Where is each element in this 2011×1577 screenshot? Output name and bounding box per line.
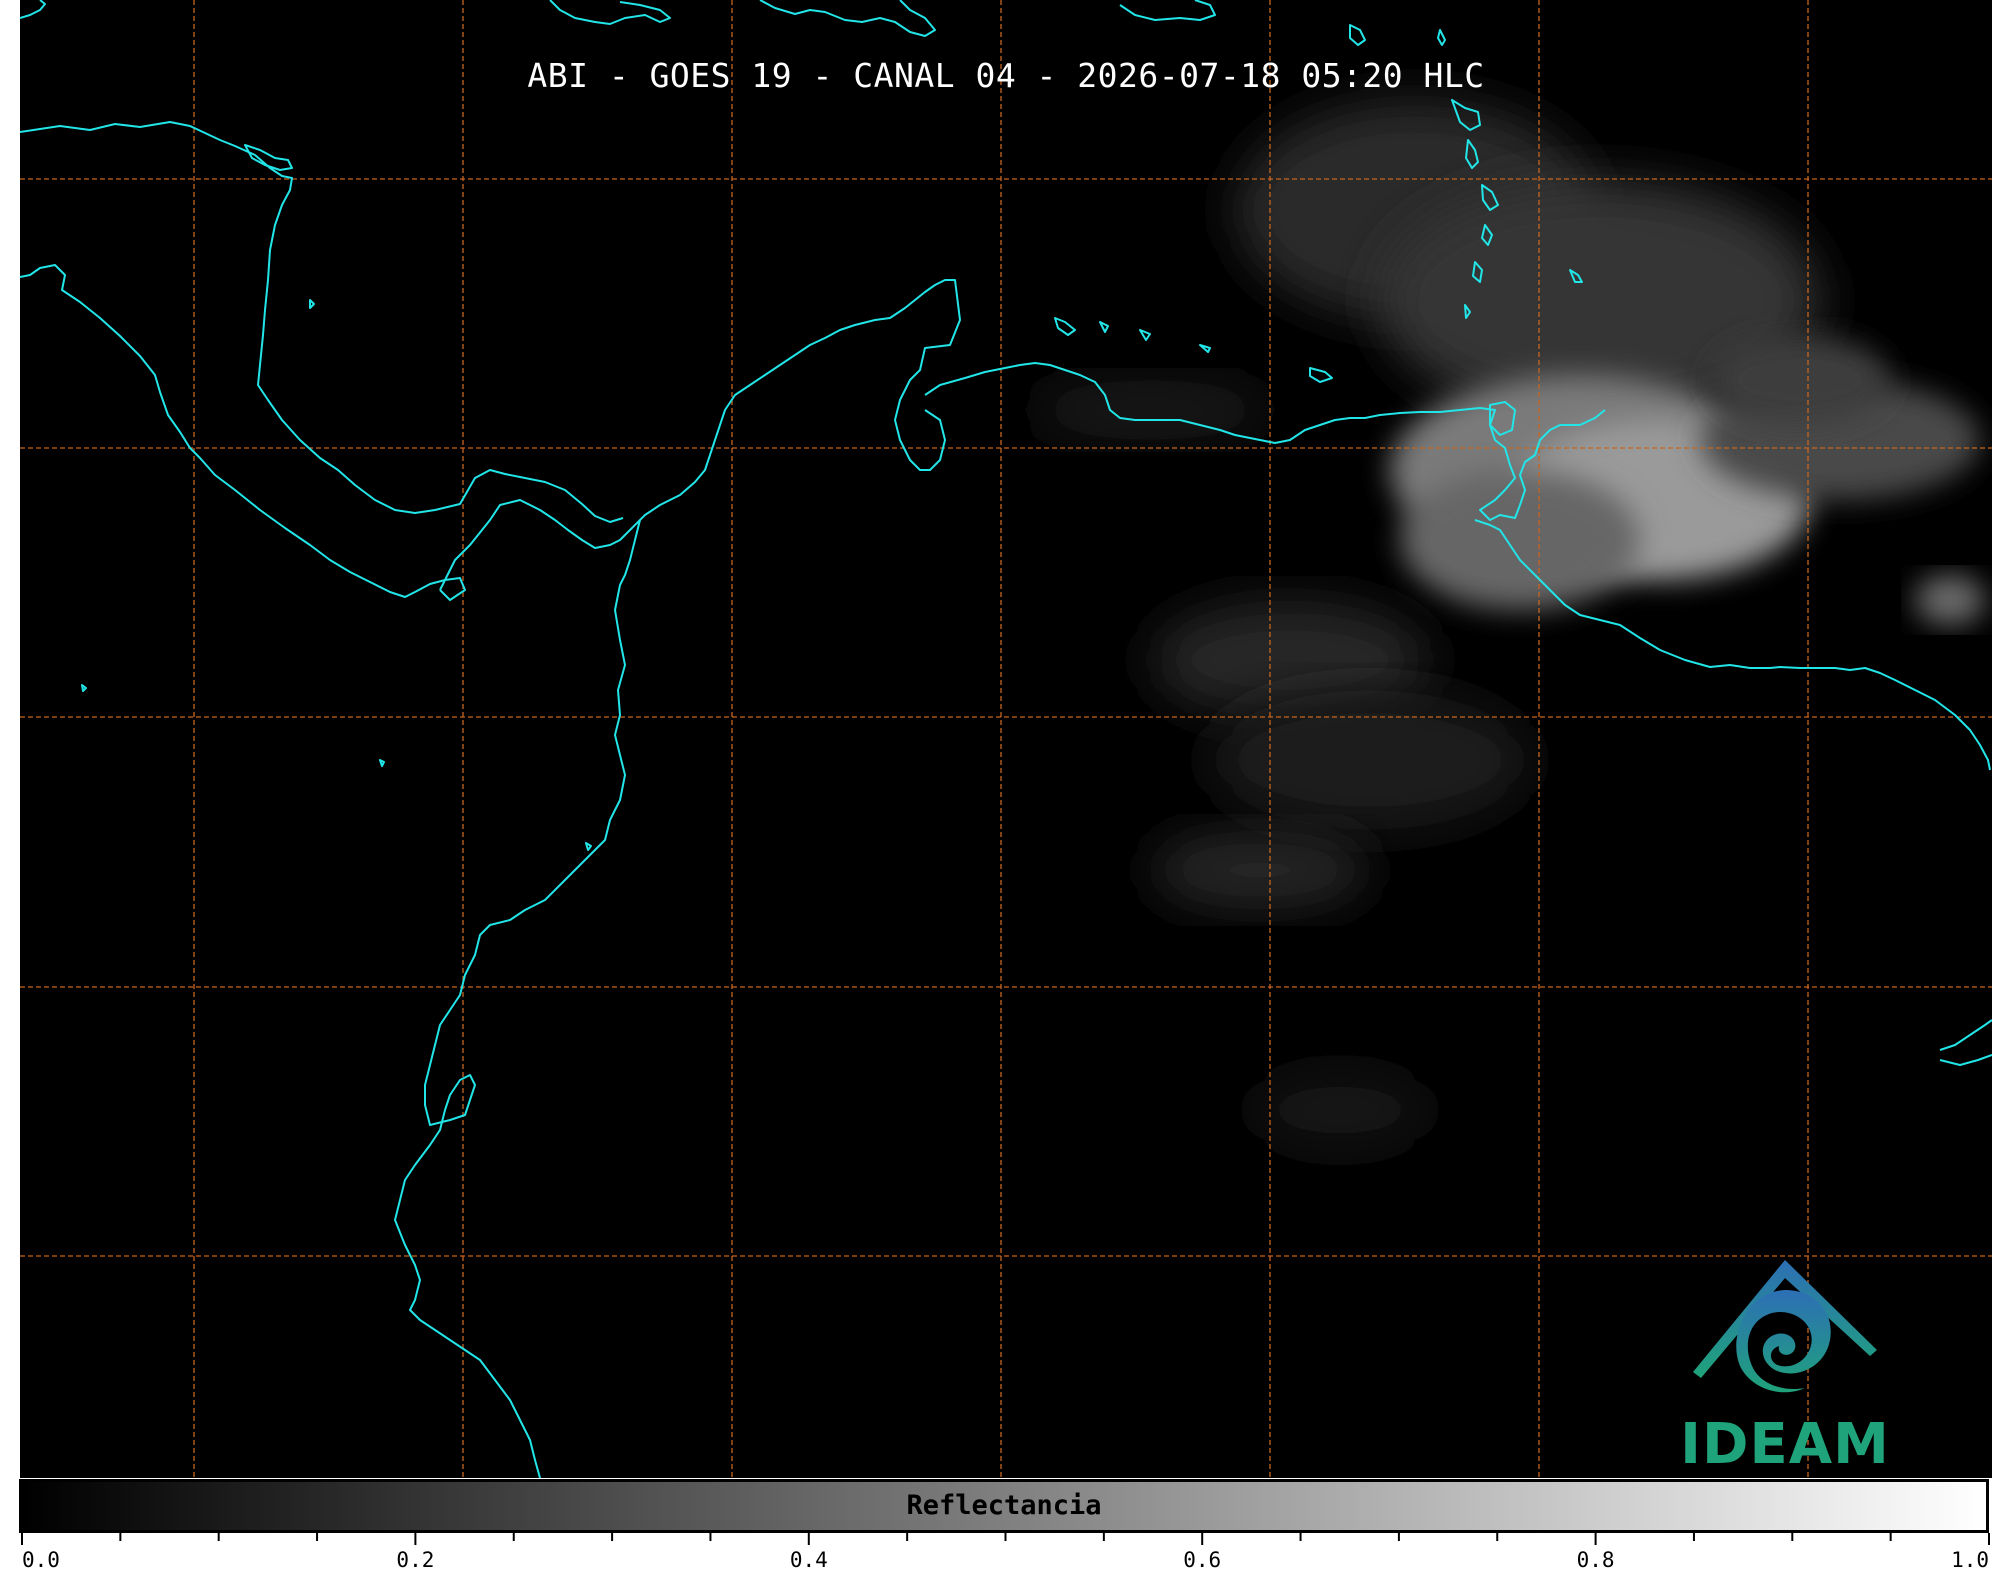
- satellite-image-figure: ABI - GOES 19 - CANAL 04 - 2026-07-18 05…: [0, 0, 2011, 1577]
- coastline-central-america: [20, 121, 624, 523]
- coastline-lesser-antilles-2: [1437, 29, 1446, 46]
- colorbar: Reflectancia: [19, 1479, 1989, 1533]
- ideam-logo: IDEAM: [1665, 1250, 1905, 1477]
- coastline-san-andres: [309, 299, 315, 309]
- colorbar-ticks: 0.0 0.2 0.4 0.6 0.8 1.0: [21, 1533, 1990, 1572]
- colorbar-tick-label: 1.0: [1951, 1548, 1989, 1572]
- coastline-hispaniola: [759, 0, 936, 37]
- colorbar-tick-label: 0.0: [22, 1548, 60, 1572]
- map-title: ABI - GOES 19 - CANAL 04 - 2026-07-18 05…: [527, 56, 1485, 95]
- colorbar-label: Reflectancia: [906, 1490, 1102, 1521]
- coastline-pacific-colombia: [394, 519, 641, 1478]
- coastline-los-roques: [1199, 344, 1211, 353]
- coastline-gorgona: [585, 842, 592, 851]
- cloud-cover: [1030, 100, 1985, 1150]
- coastline-cocos: [81, 684, 87, 692]
- coastline-aruba-curacao: [1054, 317, 1151, 341]
- coastline-margarita: [1309, 367, 1333, 383]
- coastline-malpelo: [379, 759, 385, 767]
- colorbar-tick-label: 0.4: [790, 1548, 828, 1572]
- satellite-map-panel: ABI - GOES 19 - CANAL 04 - 2026-07-18 05…: [20, 0, 1992, 1478]
- coastline-puerto-rico: [1119, 0, 1216, 21]
- coastline-panama-colombia-caribbean: [439, 279, 961, 591]
- colorbar-tick-label: 0.8: [1577, 1548, 1615, 1572]
- coastline-bahamas: [20, 0, 46, 19]
- coastline-lesser-antilles-1: [1349, 24, 1366, 46]
- coastline-guyana-east-2: [1939, 1054, 1992, 1066]
- coastline-jamaica: [244, 144, 293, 171]
- ideam-logo-icon: [1693, 1260, 1877, 1393]
- coastline-pacific-central-america: [20, 264, 466, 601]
- ideam-logo-text: IDEAM: [1680, 1412, 1890, 1477]
- coastline-guyana-east: [1939, 1019, 1992, 1051]
- colorbar-tick-label: 0.2: [396, 1548, 434, 1572]
- coastline-cuba: [549, 0, 671, 25]
- colorbar-tick-label: 0.6: [1183, 1548, 1221, 1572]
